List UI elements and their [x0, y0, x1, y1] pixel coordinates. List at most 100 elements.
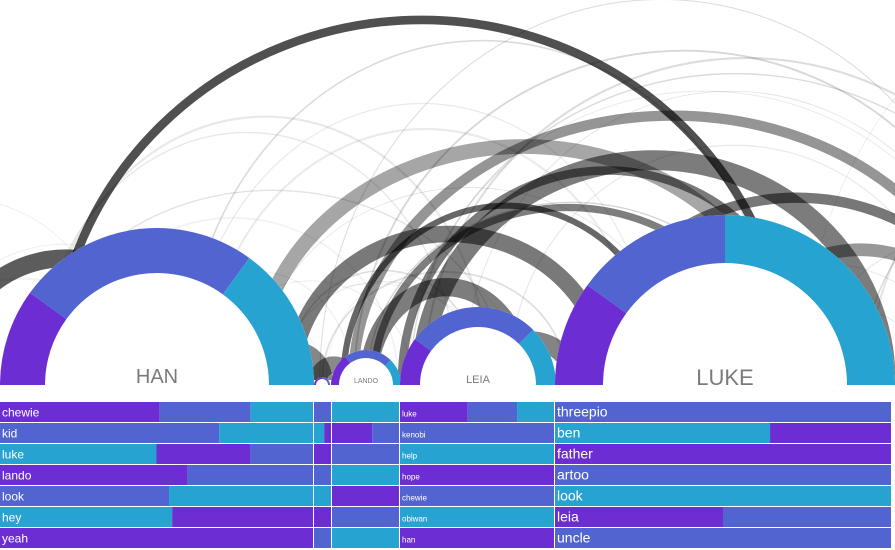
word-row[interactable]: [332, 423, 399, 443]
word-bar-segment: [314, 465, 331, 485]
word-label: han: [402, 535, 415, 544]
word-bar-segment: [172, 507, 313, 527]
word-bar-segment: [332, 402, 399, 422]
word-label: obiwan: [402, 514, 427, 523]
word-row[interactable]: [314, 402, 331, 422]
word-row[interactable]: [332, 486, 399, 506]
word-row[interactable]: [314, 528, 331, 548]
word-bar-segment: [314, 507, 331, 527]
word-row[interactable]: [332, 402, 399, 422]
word-row[interactable]: luke: [400, 402, 554, 422]
word-label: look: [2, 489, 25, 503]
word-row[interactable]: uncle: [555, 528, 891, 548]
word-row[interactable]: [332, 507, 399, 527]
word-label: look: [557, 487, 584, 503]
word-row[interactable]: look: [555, 486, 891, 506]
word-label: kenobi: [402, 430, 426, 439]
word-row[interactable]: [332, 444, 399, 464]
word-bar-segment: [555, 486, 891, 506]
word-row[interactable]: [332, 465, 399, 485]
word-bar-segment: [314, 444, 331, 464]
word-row[interactable]: obiwan: [400, 507, 554, 527]
word-row[interactable]: threepio: [555, 402, 891, 422]
word-bar-segment: [467, 402, 518, 422]
word-row[interactable]: [314, 423, 331, 443]
word-label: lando: [2, 468, 32, 482]
word-bar-segment: [219, 423, 313, 443]
word-panel: chewie kid luke lando look hey yeah: [0, 402, 313, 548]
word-row[interactable]: help: [400, 444, 554, 464]
word-row[interactable]: lando: [0, 465, 313, 485]
word-bar-segment: [156, 444, 251, 464]
word-row[interactable]: han: [400, 528, 554, 548]
word-label: yeah: [2, 531, 28, 545]
word-label: luke: [2, 447, 24, 461]
word-label: chewie: [2, 405, 40, 419]
word-row[interactable]: [314, 507, 331, 527]
word-row[interactable]: luke: [0, 444, 313, 464]
word-row[interactable]: hope: [400, 465, 554, 485]
word-label: uncle: [557, 529, 591, 545]
character-name: LANDO: [354, 378, 379, 385]
word-bar-segment: [159, 402, 251, 422]
word-bar-segment: [250, 402, 313, 422]
word-label: threepio: [557, 403, 608, 419]
word-row[interactable]: father: [555, 444, 891, 464]
word-row[interactable]: chewie: [400, 486, 554, 506]
word-row[interactable]: look: [0, 486, 313, 506]
word-label: father: [557, 445, 593, 461]
word-row[interactable]: ben: [555, 423, 891, 443]
word-bar-segment: [0, 507, 173, 527]
word-label: leia: [557, 508, 579, 524]
word-label: kid: [2, 426, 17, 440]
word-bar-panels: chewie kid luke lando look hey yeah luke kenobi h…: [0, 402, 891, 548]
word-row[interactable]: chewie: [0, 402, 313, 422]
word-label: help: [402, 451, 418, 460]
word-row[interactable]: [314, 444, 331, 464]
word-bar-segment: [324, 423, 331, 443]
word-label: ben: [557, 424, 580, 440]
word-bar-segment: [0, 528, 313, 548]
word-bar-segment: [555, 423, 771, 443]
word-bar-segment: [555, 507, 723, 527]
word-panel: [314, 402, 331, 548]
word-bar-segment: [314, 528, 331, 548]
word-panel: luke kenobi help hope chewie obiwan han: [400, 402, 554, 548]
word-row[interactable]: [314, 465, 331, 485]
word-row[interactable]: kenobi: [400, 423, 554, 443]
word-bar-segment: [314, 423, 325, 443]
word-label: chewie: [402, 493, 427, 502]
word-bar-segment: [400, 465, 554, 485]
word-bar-segment: [0, 423, 220, 443]
word-row[interactable]: [332, 528, 399, 548]
word-bar-segment: [332, 486, 399, 506]
word-row[interactable]: leia: [555, 507, 891, 527]
word-row[interactable]: artoo: [555, 465, 891, 485]
word-bar-segment: [723, 507, 891, 527]
word-bar-segment: [770, 423, 891, 443]
word-row[interactable]: yeah: [0, 528, 313, 548]
word-bar-segment: [400, 444, 554, 464]
character-name: LUKE: [696, 365, 753, 390]
word-row[interactable]: [314, 486, 331, 506]
word-bar-segment: [187, 465, 313, 485]
word-bar-segment: [555, 444, 891, 464]
word-bar-segment: [332, 465, 399, 485]
word-row[interactable]: kid: [0, 423, 313, 443]
word-bar-segment: [314, 486, 331, 506]
word-bar-segment: [332, 528, 399, 548]
word-bar-segment: [332, 444, 399, 464]
word-bar-segment: [332, 423, 373, 443]
word-bar-segment: [555, 528, 891, 548]
word-row[interactable]: hey: [0, 507, 313, 527]
word-label: hey: [2, 510, 21, 524]
character-name: LEIA: [466, 374, 491, 386]
word-bar-segment: [332, 507, 399, 527]
character-ring[interactable]: LANDO: [331, 350, 401, 385]
word-bar-segment: [250, 444, 313, 464]
word-bar-segment: [0, 486, 170, 506]
word-panel: [332, 402, 399, 548]
word-panel: threepio ben father artoo look leia uncle: [555, 402, 891, 548]
word-bar-segment: [555, 465, 891, 485]
word-bar-segment: [517, 402, 554, 422]
